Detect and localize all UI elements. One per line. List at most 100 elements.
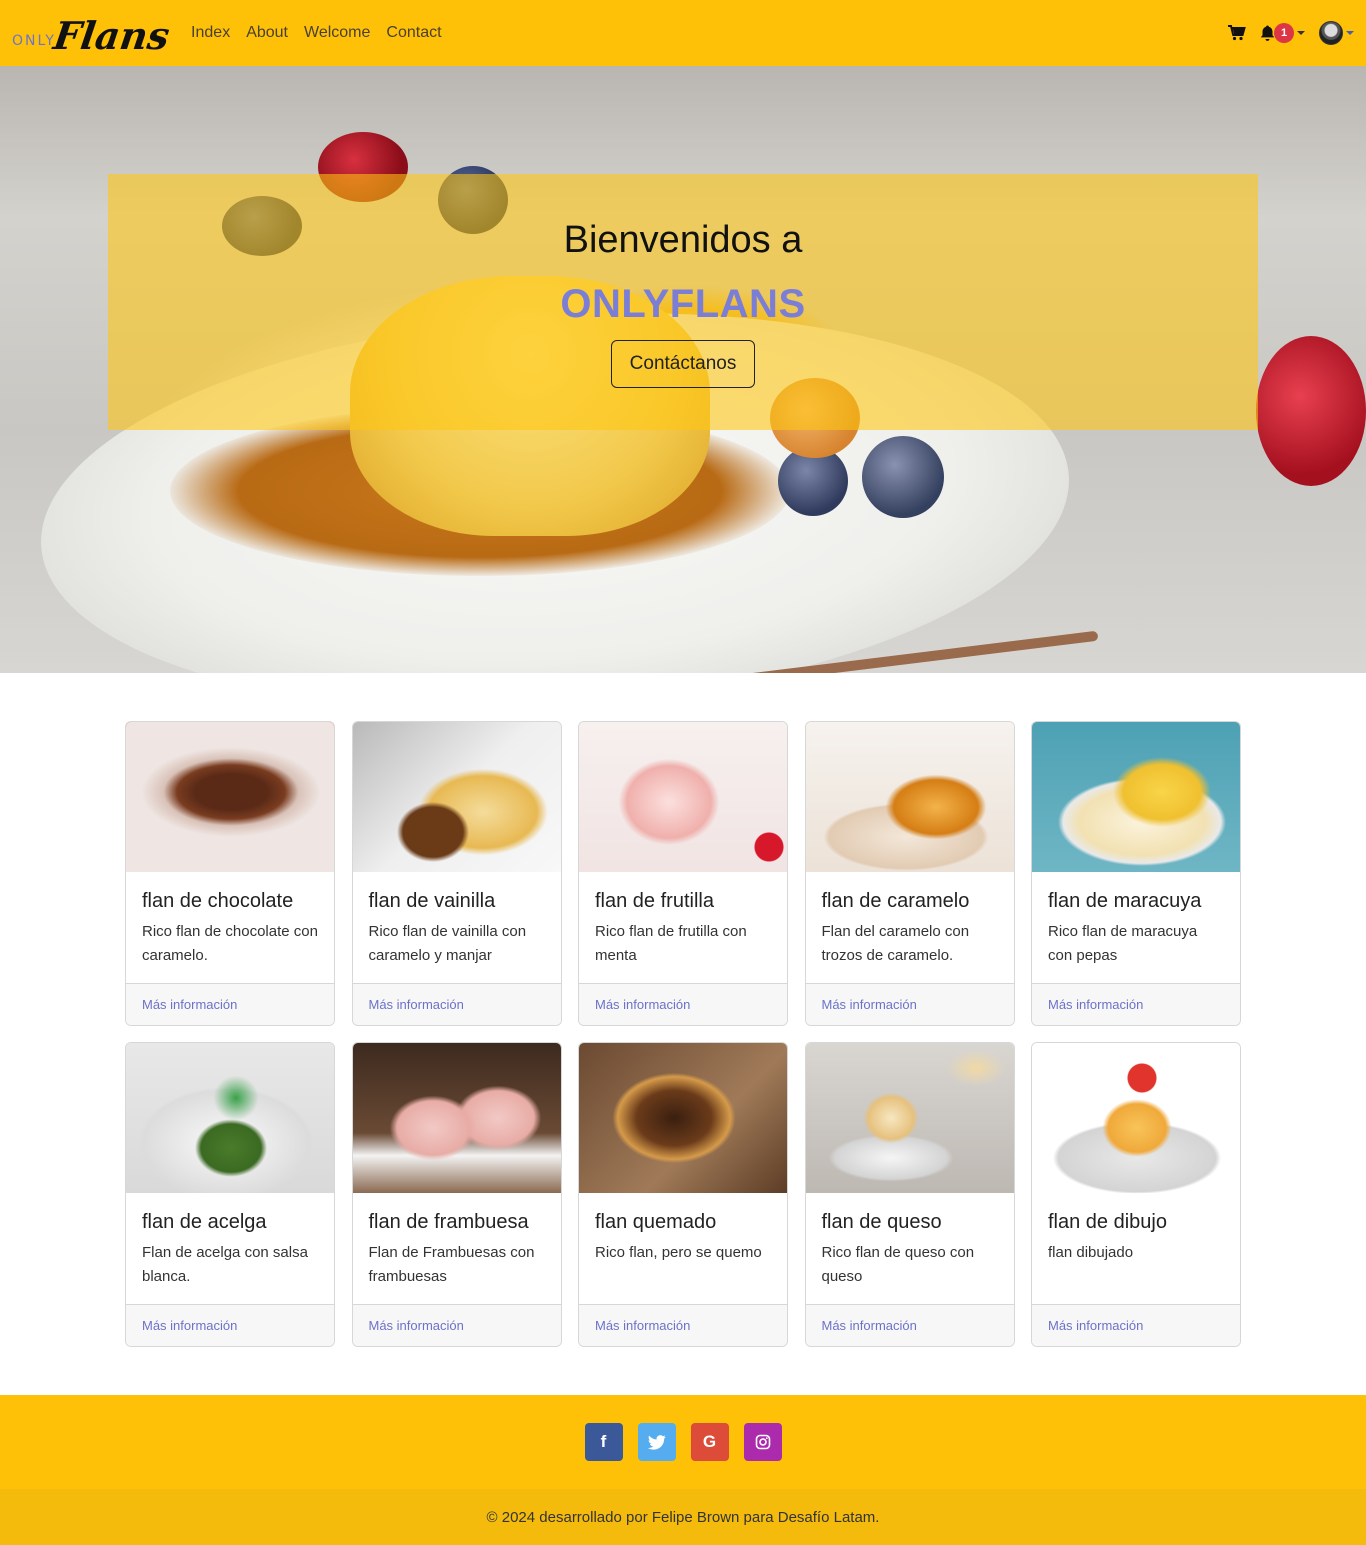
social-links: f G xyxy=(0,1395,1366,1489)
card-title: flan de chocolate xyxy=(142,890,294,912)
more-info-link[interactable]: Más información xyxy=(822,997,917,1012)
card-title: flan de maracuya xyxy=(1048,890,1202,912)
more-info-link[interactable]: Más información xyxy=(1048,997,1143,1012)
card-image xyxy=(579,722,787,872)
card-footer: Más información xyxy=(126,983,334,1025)
flan-card: flan de queso Rico flan de queso con que… xyxy=(804,1042,1015,1347)
card-footer: Más información xyxy=(579,983,787,1025)
facebook-icon: f xyxy=(600,1432,607,1451)
card-body: flan de chocolate Rico flan de chocolate… xyxy=(126,872,334,983)
nav-links: Index About Welcome Contact xyxy=(183,16,449,50)
chevron-down-icon xyxy=(1297,31,1305,35)
card-text: Rico flan de chocolate con caramelo. xyxy=(142,923,318,964)
contact-button[interactable]: Contáctanos xyxy=(611,340,755,388)
card-image xyxy=(805,722,1014,872)
hero-brand: ONLYFLANS xyxy=(560,282,806,326)
card-image xyxy=(352,722,561,872)
brand-only-text: ONLY xyxy=(12,33,56,49)
card-title: flan quemado xyxy=(595,1211,717,1233)
card-text: Rico flan de queso con queso xyxy=(821,1244,975,1285)
card-text: Rico flan de maracuya con pepas xyxy=(1048,923,1198,964)
card-image xyxy=(1032,722,1240,872)
card-title: flan de frutilla xyxy=(595,890,714,912)
more-info-link[interactable]: Más información xyxy=(595,997,690,1012)
card-text: Flan de acelga con salsa blanca. xyxy=(142,1244,308,1285)
footer: f G © 2024 desarrollado por Felipe Brown… xyxy=(0,1395,1366,1545)
card-image xyxy=(126,1043,334,1193)
card-title: flan de frambuesa xyxy=(368,1211,529,1233)
blueberry-image xyxy=(862,436,944,518)
card-image xyxy=(805,1043,1014,1193)
card-title: flan de vainilla xyxy=(368,890,496,912)
chevron-down-icon xyxy=(1346,31,1354,35)
google-button[interactable]: G xyxy=(690,1423,729,1461)
card-body: flan de dibujo flan dibujado xyxy=(1032,1193,1240,1304)
instagram-button[interactable] xyxy=(743,1423,782,1461)
card-text: Rico flan, pero se quemo xyxy=(595,1244,762,1261)
card-body: flan de vainilla Rico flan de vainilla c… xyxy=(353,872,561,983)
card-image xyxy=(352,1043,561,1193)
more-info-link[interactable]: Más información xyxy=(822,1318,917,1333)
user-menu-dropdown[interactable] xyxy=(1319,21,1354,45)
flan-card: flan de vainilla Rico flan de vainilla c… xyxy=(351,721,562,1026)
flan-card: flan de frambuesa Flan de Frambuesas con… xyxy=(351,1042,562,1347)
card-body: flan de frutilla Rico flan de frutilla c… xyxy=(579,872,787,983)
nav-link-index[interactable]: Index xyxy=(183,16,238,50)
brand-logo[interactable]: ONLY Flans xyxy=(12,11,173,58)
card-image xyxy=(1032,1043,1240,1193)
nav-link-contact[interactable]: Contact xyxy=(378,16,449,50)
instagram-icon xyxy=(755,1434,770,1450)
card-text: Rico flan de vainilla con caramelo y man… xyxy=(368,923,527,964)
brand-flans-text: Flans xyxy=(50,13,173,58)
flan-card: flan quemado Rico flan, pero se quemo Má… xyxy=(578,1042,788,1347)
more-info-link[interactable]: Más información xyxy=(142,997,237,1012)
more-info-link[interactable]: Más información xyxy=(369,997,464,1012)
card-title: flan de dibujo xyxy=(1048,1211,1167,1233)
avatar xyxy=(1319,21,1343,45)
cart-icon xyxy=(1228,25,1246,41)
card-body: flan de caramelo Flan del caramelo con t… xyxy=(806,872,1014,983)
card-text: Flan de Frambuesas con frambuesas xyxy=(368,1244,535,1285)
card-image xyxy=(579,1043,787,1193)
card-text: flan dibujado xyxy=(1048,1244,1134,1261)
card-body: flan de frambuesa Flan de Frambuesas con… xyxy=(353,1193,561,1304)
card-footer: Más información xyxy=(579,1304,787,1346)
flan-card: flan de maracuya Rico flan de maracuya c… xyxy=(1031,721,1241,1026)
card-footer: Más información xyxy=(805,1304,1014,1346)
more-info-link[interactable]: Más información xyxy=(142,1318,237,1333)
twitter-icon xyxy=(647,1434,666,1450)
card-footer: Más información xyxy=(352,1304,561,1346)
more-info-link[interactable]: Más información xyxy=(369,1318,464,1333)
flan-card: flan de caramelo Flan del caramelo con t… xyxy=(804,721,1015,1026)
nav-actions: 1 xyxy=(1228,0,1354,66)
card-image xyxy=(126,722,334,872)
notifications-dropdown[interactable]: 1 xyxy=(1260,23,1305,43)
card-footer: Más información xyxy=(805,983,1014,1025)
card-body: flan de queso Rico flan de queso con que… xyxy=(806,1193,1014,1304)
card-footer: Más información xyxy=(126,1304,334,1346)
card-title: flan de queso xyxy=(821,1211,942,1233)
cart-button[interactable] xyxy=(1228,25,1246,41)
card-footer: Más información xyxy=(352,983,561,1025)
card-text: Rico flan de frutilla con menta xyxy=(595,923,747,964)
more-info-link[interactable]: Más información xyxy=(1048,1318,1143,1333)
flan-card: flan de frutilla Rico flan de frutilla c… xyxy=(578,721,788,1026)
card-title: flan de acelga xyxy=(142,1211,267,1233)
more-info-link[interactable]: Más información xyxy=(595,1318,690,1333)
google-icon: G xyxy=(702,1432,717,1451)
card-body: flan de acelga Flan de acelga con salsa … xyxy=(126,1193,334,1304)
nav-link-welcome[interactable]: Welcome xyxy=(296,16,378,50)
card-title: flan de caramelo xyxy=(821,890,970,912)
card-footer: Más información xyxy=(1032,1304,1240,1346)
card-text: Flan del caramelo con trozos de caramelo… xyxy=(821,923,970,964)
flan-card: flan de chocolate Rico flan de chocolate… xyxy=(125,721,335,1026)
raspberry-image xyxy=(1256,336,1366,486)
notification-badge: 1 xyxy=(1274,23,1294,43)
nav-link-about[interactable]: About xyxy=(238,16,296,50)
twitter-button[interactable] xyxy=(637,1423,676,1461)
facebook-button[interactable]: f xyxy=(584,1423,623,1461)
flan-card: flan de dibujo flan dibujado Más informa… xyxy=(1031,1042,1241,1347)
card-body: flan quemado Rico flan, pero se quemo xyxy=(579,1193,787,1304)
card-body: flan de maracuya Rico flan de maracuya c… xyxy=(1032,872,1240,983)
navbar: ONLY Flans Index About Welcome Contact 1 xyxy=(0,0,1366,66)
